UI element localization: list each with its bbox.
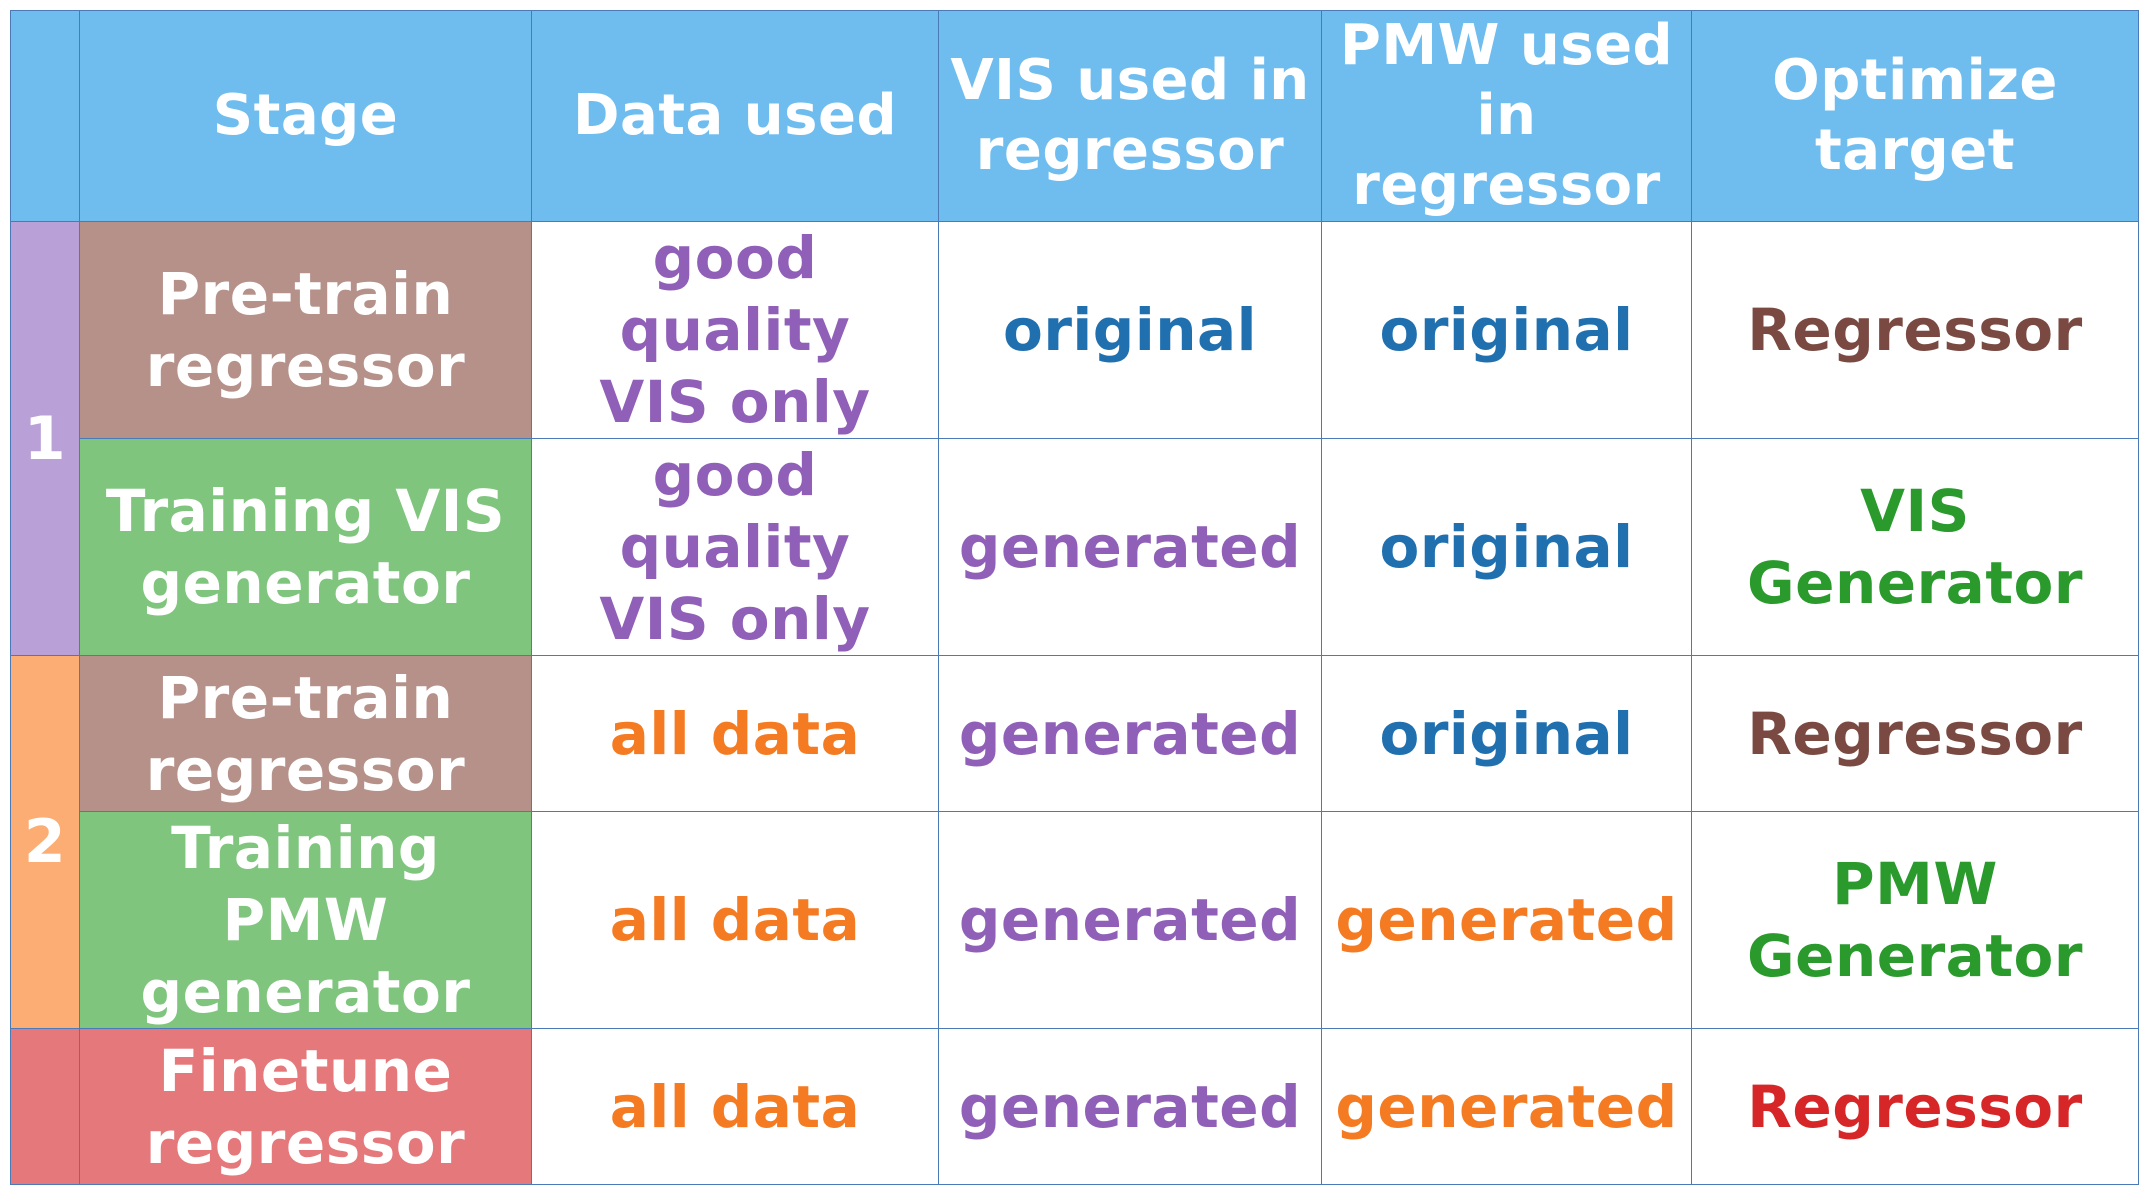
vis-used-cell: generated [938, 438, 1322, 656]
vis-used-cell: generated [938, 811, 1322, 1029]
vis-used-cell: generated [938, 1028, 1322, 1185]
pmw-used-cell: original [1321, 438, 1692, 656]
optimize-target-cell: Regressor [1691, 221, 2139, 439]
data-line1: good quality [619, 224, 851, 364]
stage-line2: generator [140, 549, 471, 617]
table-row: Finetune regressor all data generated ge… [10, 1028, 2139, 1185]
optimize-target-cell: Regressor [1691, 655, 2139, 812]
stage-line2: regressor [145, 1108, 466, 1177]
vis-used-cell: generated [938, 655, 1322, 812]
header-pmw-line2: regressor [1352, 153, 1661, 218]
stage-cell: Training PMW generator [79, 811, 532, 1029]
stage-cell: Finetune regressor [79, 1028, 532, 1185]
stage-line1: Training VIS [105, 477, 506, 545]
data-used-cell: good quality VIS only [531, 438, 939, 656]
header-data-used: Data used [531, 10, 939, 222]
header-vis-line2: regressor [975, 118, 1285, 183]
pmw-used-cell: original [1321, 655, 1692, 812]
table-row: 2 Pre-train regressor all data generated… [10, 655, 2139, 1029]
header-optimize-target: Optimize target [1691, 10, 2139, 222]
header-row: Stage Data used VIS used in regressor PM… [10, 10, 2139, 222]
pmw-used-cell: generated [1321, 811, 1692, 1029]
header-group [10, 10, 80, 222]
training-stages-table: Stage Data used VIS used in regressor PM… [10, 10, 2139, 1185]
data-line1: good quality [619, 441, 851, 581]
stage-cell: Training VIS generator [79, 438, 532, 656]
data-used-cell: good quality VIS only [531, 221, 939, 439]
table-row: 1 Pre-train regressor good quality VIS o… [10, 221, 2139, 656]
group-3-label [10, 1028, 80, 1185]
header-vis-used: VIS used in regressor [938, 10, 1322, 222]
vis-used-cell: original [938, 221, 1322, 439]
data-used-cell: all data [531, 655, 939, 812]
table-row: Training PMW generator all data generate… [11, 811, 2139, 1029]
stage-line2: generator [140, 958, 471, 1026]
header-stage: Stage [79, 10, 532, 222]
group-2-label: 2 [10, 655, 80, 1029]
data-line2: VIS only [599, 368, 871, 436]
stage-line1: Training PMW [171, 814, 440, 954]
data-used-cell: all data [531, 1028, 939, 1185]
stage-line2: regressor [145, 735, 466, 804]
stage-cell: Pre-train regressor [79, 655, 532, 812]
header-pmw-used: PMW used in regressor [1321, 10, 1692, 222]
table-row: Training VIS generator good quality VIS … [11, 438, 2139, 656]
optimize-target-cell: Regressor [1691, 1028, 2139, 1185]
optimize-target-cell: PMW Generator [1691, 811, 2139, 1029]
pmw-used-cell: original [1321, 221, 1692, 439]
data-line2: VIS only [599, 585, 871, 653]
stage-line1: Pre-train [157, 260, 454, 328]
group-1-label: 1 [10, 221, 80, 656]
data-used-cell: all data [531, 811, 939, 1029]
stage-line1: Finetune [158, 1036, 453, 1105]
stage-cell: Pre-train regressor [79, 221, 532, 439]
header-pmw-line1: PMW used in [1339, 13, 1674, 148]
optimize-target-cell: VIS Generator [1691, 438, 2139, 656]
pipeline-table-container: Stage Data used VIS used in regressor PM… [10, 10, 2139, 1185]
pmw-used-cell: generated [1321, 1028, 1692, 1185]
stage-line2: regressor [145, 332, 466, 400]
stage-line1: Pre-train [157, 663, 454, 732]
header-vis-line1: VIS used in [950, 48, 1310, 113]
